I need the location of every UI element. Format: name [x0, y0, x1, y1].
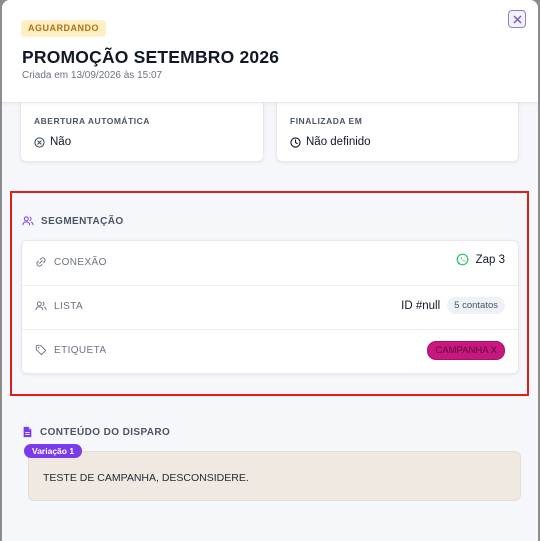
finished-at-label: FINALIZADA EM — [290, 116, 363, 126]
connection-label-text: CONEXÃO — [54, 256, 107, 268]
finished-at-card: FINALIZADA EM Não definido — [276, 102, 519, 162]
finished-at-value: Não definido — [290, 136, 371, 148]
connection-value-text: Zap 3 — [475, 253, 505, 266]
circle-x-icon — [34, 136, 45, 148]
auto-open-card: ABERTURA AUTOMÁTICA Não — [20, 102, 264, 162]
auto-open-text: Não — [50, 136, 72, 148]
list-id-text: ID #null — [401, 299, 441, 312]
status-badge: AGUARDANDO — [21, 20, 106, 37]
list-label-text: LISTA — [54, 300, 84, 312]
users-icon — [22, 215, 34, 227]
segmentation-title-text: SEGMENTAÇÃO — [41, 215, 124, 227]
segmentation-card: CONEXÃO Zap 3 LISTA ID #null 5 contatos — [21, 240, 519, 374]
tag-row: ETIQUETA CAMPANHA X — [22, 329, 518, 373]
connection-row: CONEXÃO Zap 3 — [22, 241, 518, 286]
tag-label-text: ETIQUETA — [54, 344, 107, 356]
tag-value: CAMPANHA X — [427, 341, 505, 360]
segmentation-title: SEGMENTAÇÃO — [22, 215, 124, 227]
tag-badge: CAMPANHA X — [427, 341, 505, 360]
connection-value: Zap 3 — [456, 253, 505, 266]
content-title-text: CONTEÚDO DO DISPARO — [40, 426, 171, 438]
finished-at-text: Não definido — [306, 136, 371, 148]
tag-icon — [35, 344, 47, 356]
message-content-box: TESTE DE CAMPANHA, DESCONSIDERE. — [28, 451, 521, 501]
tag-label: ETIQUETA — [35, 344, 106, 356]
message-text: TESTE DE CAMPANHA, DESCONSIDERE. — [43, 472, 249, 484]
modal-header: AGUARDANDO PROMOÇÃO SETEMBRO 2026 Criada… — [2, 0, 538, 103]
auto-open-label: ABERTURA AUTOMÁTICA — [34, 116, 150, 126]
created-at-text: Criada em 13/09/2026 às 15:07 — [22, 70, 163, 81]
content-title: CONTEÚDO DO DISPARO — [22, 426, 170, 438]
document-icon — [22, 426, 33, 438]
link-icon — [35, 256, 47, 268]
users-icon — [35, 300, 47, 312]
whatsapp-icon — [456, 253, 469, 266]
campaign-detail-modal: AGUARDANDO PROMOÇÃO SETEMBRO 2026 Criada… — [2, 0, 538, 541]
contacts-count-badge: 5 contatos — [447, 297, 505, 314]
auto-open-value: Não — [34, 136, 71, 148]
connection-label: CONEXÃO — [35, 256, 107, 268]
list-row: LISTA ID #null 5 contatos — [22, 285, 518, 330]
list-value: ID #null 5 contatos — [401, 297, 505, 314]
close-icon — [513, 15, 522, 24]
list-label: LISTA — [35, 300, 83, 312]
close-button[interactable] — [508, 10, 526, 28]
clock-icon — [290, 136, 301, 148]
variant-badge[interactable]: Variação 1 — [24, 444, 83, 458]
page-title: PROMOÇÃO SETEMBRO 2026 — [22, 47, 280, 67]
